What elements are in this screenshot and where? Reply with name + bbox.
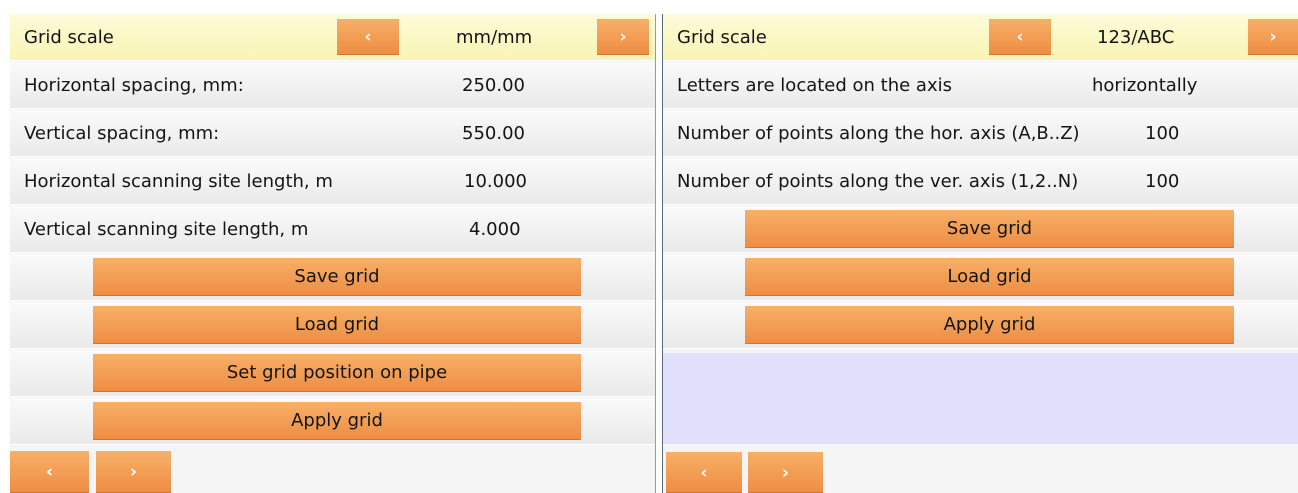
page-prev-button[interactable]: ‹ (666, 452, 742, 493)
panel-divider (655, 14, 663, 493)
save-grid-row: Save grid (663, 206, 1298, 253)
horizontal-spacing-value[interactable]: 250.00 (462, 62, 525, 109)
chevron-left-icon: ‹ (45, 462, 53, 482)
save-grid-button[interactable]: Save grid (745, 210, 1234, 248)
grid-scale-next-button[interactable]: › (1248, 19, 1298, 55)
chevron-right-icon: › (781, 463, 789, 483)
chevron-right-icon: › (129, 462, 137, 482)
letters-axis-row: Letters are located on the axis horizont… (663, 62, 1298, 109)
hor-axis-points-label: Number of points along the hor. axis (A,… (677, 123, 1080, 144)
vertical-site-length-label: Vertical scanning site length, m (24, 219, 309, 240)
ver-axis-points-row: Number of points along the ver. axis (1,… (663, 158, 1298, 205)
left-settings-panel: Grid scale ‹ mm/mm › Horizontal spacing,… (10, 14, 655, 493)
save-grid-row: Save grid (10, 254, 655, 301)
apply-grid-row: Apply grid (10, 398, 655, 445)
page-next-button[interactable]: › (96, 451, 171, 493)
vertical-site-length-row: Vertical scanning site length, m 4.000 (10, 206, 655, 253)
grid-scale-row: Grid scale ‹ 123/ABC › (663, 14, 1298, 61)
grid-scale-prev-button[interactable]: ‹ (337, 19, 399, 55)
chevron-right-icon: › (1269, 27, 1277, 47)
load-grid-button[interactable]: Load grid (93, 306, 581, 344)
chevron-left-icon: ‹ (700, 463, 708, 483)
save-grid-button[interactable]: Save grid (93, 258, 581, 296)
horizontal-site-length-row: Horizontal scanning site length, m 10.00… (10, 158, 655, 205)
apply-grid-button[interactable]: Apply grid (745, 306, 1234, 344)
load-grid-row: Load grid (10, 302, 655, 349)
apply-grid-button[interactable]: Apply grid (93, 402, 581, 440)
vertical-spacing-value[interactable]: 550.00 (462, 110, 525, 157)
horizontal-spacing-row: Horizontal spacing, mm: 250.00 (10, 62, 655, 109)
grid-scale-value: mm/mm (456, 27, 533, 48)
grid-scale-label: Grid scale (677, 27, 767, 48)
horizontal-site-length-label: Horizontal scanning site length, m (24, 171, 333, 192)
page-prev-button[interactable]: ‹ (10, 451, 89, 493)
grid-scale-row: Grid scale ‹ mm/mm › (10, 14, 655, 61)
horizontal-spacing-label: Horizontal spacing, mm: (24, 75, 244, 96)
hor-axis-points-value[interactable]: 100 (1145, 110, 1179, 157)
chevron-left-icon: ‹ (364, 27, 372, 47)
hor-axis-points-row: Number of points along the hor. axis (A,… (663, 110, 1298, 157)
empty-area (663, 353, 1298, 444)
grid-scale-label: Grid scale (24, 27, 114, 48)
letters-axis-value[interactable]: horizontally (1092, 62, 1197, 109)
bottom-navigation-bar: ‹ › (663, 444, 1298, 493)
set-grid-position-button[interactable]: Set grid position on pipe (93, 354, 581, 392)
vertical-spacing-row: Vertical spacing, mm: 550.00 (10, 110, 655, 157)
letters-axis-label: Letters are located on the axis (677, 75, 952, 96)
grid-scale-value: 123/ABC (1097, 27, 1175, 48)
grid-scale-next-button[interactable]: › (597, 19, 649, 55)
vertical-site-length-value[interactable]: 4.000 (469, 206, 521, 253)
vertical-spacing-label: Vertical spacing, mm: (24, 123, 220, 144)
chevron-left-icon: ‹ (1016, 27, 1024, 47)
page-next-button[interactable]: › (748, 452, 823, 493)
load-grid-button[interactable]: Load grid (745, 258, 1234, 296)
chevron-right-icon: › (619, 27, 627, 47)
horizontal-site-length-value[interactable]: 10.000 (464, 158, 527, 205)
set-position-row: Set grid position on pipe (10, 350, 655, 397)
ver-axis-points-label: Number of points along the ver. axis (1,… (677, 171, 1079, 192)
ver-axis-points-value[interactable]: 100 (1145, 158, 1179, 205)
apply-grid-row: Apply grid (663, 302, 1298, 349)
grid-scale-prev-button[interactable]: ‹ (989, 19, 1051, 55)
load-grid-row: Load grid (663, 254, 1298, 301)
bottom-navigation-bar: ‹ › (10, 446, 655, 493)
right-settings-panel: Grid scale ‹ 123/ABC › Letters are locat… (663, 14, 1298, 493)
